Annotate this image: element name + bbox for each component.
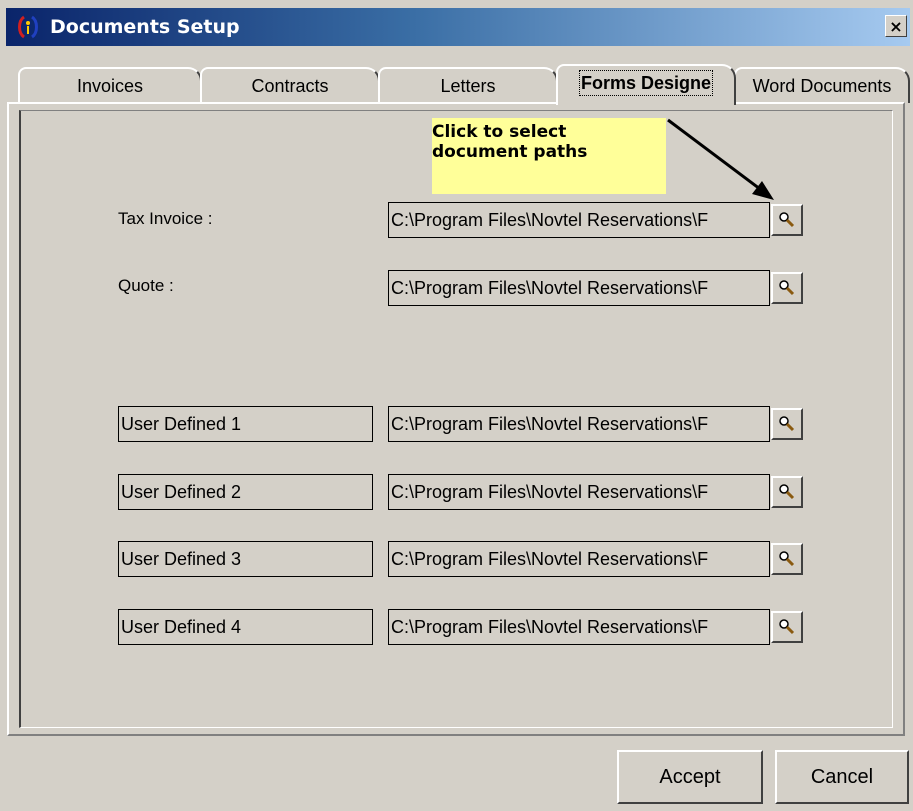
magnifier-icon <box>779 619 795 635</box>
user-defined-2-name-field[interactable]: User Defined 2 <box>118 474 373 510</box>
tab-label: Contracts <box>251 76 329 96</box>
window-title: Documents Setup <box>50 16 240 38</box>
magnifier-icon <box>779 416 795 432</box>
user-defined-2-path-field[interactable]: C:\Program Files\Novtel Reservations\F <box>388 474 770 510</box>
documents-setup-window: Documents Setup × Invoices Contracts Let… <box>0 0 913 811</box>
user-defined-4-path-field[interactable]: C:\Program Files\Novtel Reservations\F <box>388 609 770 645</box>
help-callout: Click to select document paths <box>432 118 666 194</box>
user-defined-3-path-field[interactable]: C:\Program Files\Novtel Reservations\F <box>388 541 770 577</box>
tax-invoice-path-field[interactable]: C:\Program Files\Novtel Reservations\F <box>388 202 770 238</box>
quote-path-field[interactable]: C:\Program Files\Novtel Reservations\F <box>388 270 770 306</box>
user-defined-1-path-field[interactable]: C:\Program Files\Novtel Reservations\F <box>388 406 770 442</box>
tab-invoices[interactable]: Invoices <box>18 67 202 103</box>
close-button[interactable]: × <box>885 15 907 37</box>
user-defined-1-name-field[interactable]: User Defined 1 <box>118 406 373 442</box>
magnifier-icon <box>779 212 795 228</box>
app-logo-icon <box>18 15 38 39</box>
quote-label: Quote : <box>118 276 174 295</box>
user-defined-2-browse-button[interactable] <box>771 476 803 508</box>
accept-button[interactable]: Accept <box>617 750 763 804</box>
title-bar[interactable]: Documents Setup × <box>6 8 910 46</box>
tab-contracts[interactable]: Contracts <box>200 67 380 103</box>
magnifier-icon <box>779 484 795 500</box>
tab-word-documents[interactable]: Word Documents <box>734 67 910 103</box>
user-defined-4-browse-button[interactable] <box>771 611 803 643</box>
callout-text: Click to select document paths <box>432 122 588 162</box>
tax-invoice-browse-button[interactable] <box>771 204 803 236</box>
magnifier-icon <box>779 280 795 296</box>
user-defined-3-browse-button[interactable] <box>771 543 803 575</box>
tab-label: Forms Designe <box>578 70 714 96</box>
user-defined-3-name-field[interactable]: User Defined 3 <box>118 541 373 577</box>
user-defined-1-browse-button[interactable] <box>771 408 803 440</box>
magnifier-icon <box>779 551 795 567</box>
tab-label: Word Documents <box>752 76 892 96</box>
user-defined-4-name-field[interactable]: User Defined 4 <box>118 609 373 645</box>
tab-forms-designer[interactable]: Forms Designe <box>556 64 736 105</box>
tab-letters[interactable]: Letters <box>378 67 558 103</box>
tax-invoice-label: Tax Invoice : <box>118 209 213 228</box>
quote-browse-button[interactable] <box>771 272 803 304</box>
callout-arrow-icon <box>667 118 774 200</box>
tab-label: Invoices <box>76 76 144 96</box>
tab-label: Letters <box>440 76 496 96</box>
cancel-button[interactable]: Cancel <box>775 750 909 804</box>
